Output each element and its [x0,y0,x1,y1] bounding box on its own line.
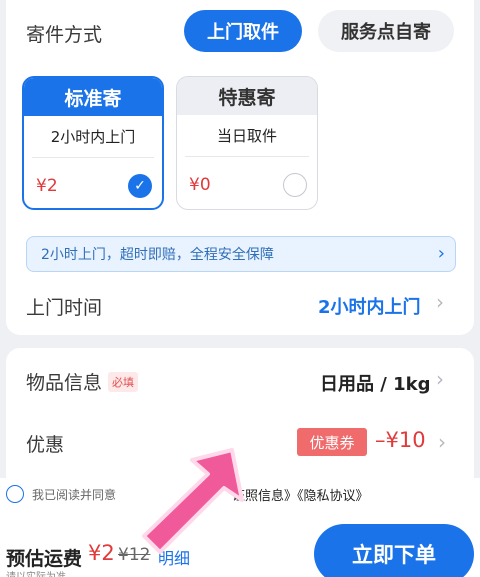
chevron-right-icon: › [436,367,444,391]
agreement-text: 我已阅读并同意 [32,488,117,502]
check-icon: ✓ [128,174,152,198]
guarantee-banner-text: 2小时上门，超时即赔，全程安全保障 [41,247,274,263]
item-info-value[interactable]: 日用品 / 1kg [320,370,431,396]
send-method-label: 寄件方式 [26,24,103,46]
chevron-right-icon: › [437,243,445,264]
required-badge: 必填 [108,372,138,392]
estimate-note: 请以实际为准 [6,568,66,577]
service-option-price: ¥0 [189,175,211,195]
coupon-badge[interactable]: 优惠券 [297,428,367,456]
service-option-title: 标准寄 [24,78,162,116]
pickup-time-value[interactable]: 2小时内上门 [318,293,421,319]
tab-service-point[interactable]: 服务点自寄 [318,10,454,52]
item-info-label: 物品信息 [26,372,103,394]
discount-label: 优惠 [26,434,65,456]
service-option-subtitle: 当日取件 [185,115,309,157]
agreement-links[interactable]: 证照信息》《隐私协议》 [232,485,369,504]
estimated-fee-price: ¥2 [88,541,115,565]
guarantee-banner[interactable]: 2小时上门，超时即赔，全程安全保障 › [26,236,456,272]
annotation-arrow-icon [142,448,244,554]
tab-door-pickup[interactable]: 上门取件 [184,10,302,52]
submit-order-button[interactable]: 立即下单 [314,524,474,577]
chevron-right-icon: › [436,290,444,314]
service-option-subtitle: 2小时内上门 [32,116,154,158]
service-option-standard[interactable]: 标准寄 2小时内上门 ¥2 ✓ [22,76,164,210]
service-option-discount[interactable]: 特惠寄 当日取件 ¥0 [176,76,318,210]
discount-amount: –¥10 [375,428,426,452]
agreement-checkbox[interactable] [6,485,24,503]
chevron-right-icon: › [438,430,446,454]
radio-empty-icon [283,173,307,197]
pickup-time-label: 上门时间 [26,297,103,319]
service-option-price: ¥2 [36,176,58,196]
service-option-title: 特惠寄 [177,77,317,115]
estimated-fee-label: 预估运费 [6,548,83,570]
